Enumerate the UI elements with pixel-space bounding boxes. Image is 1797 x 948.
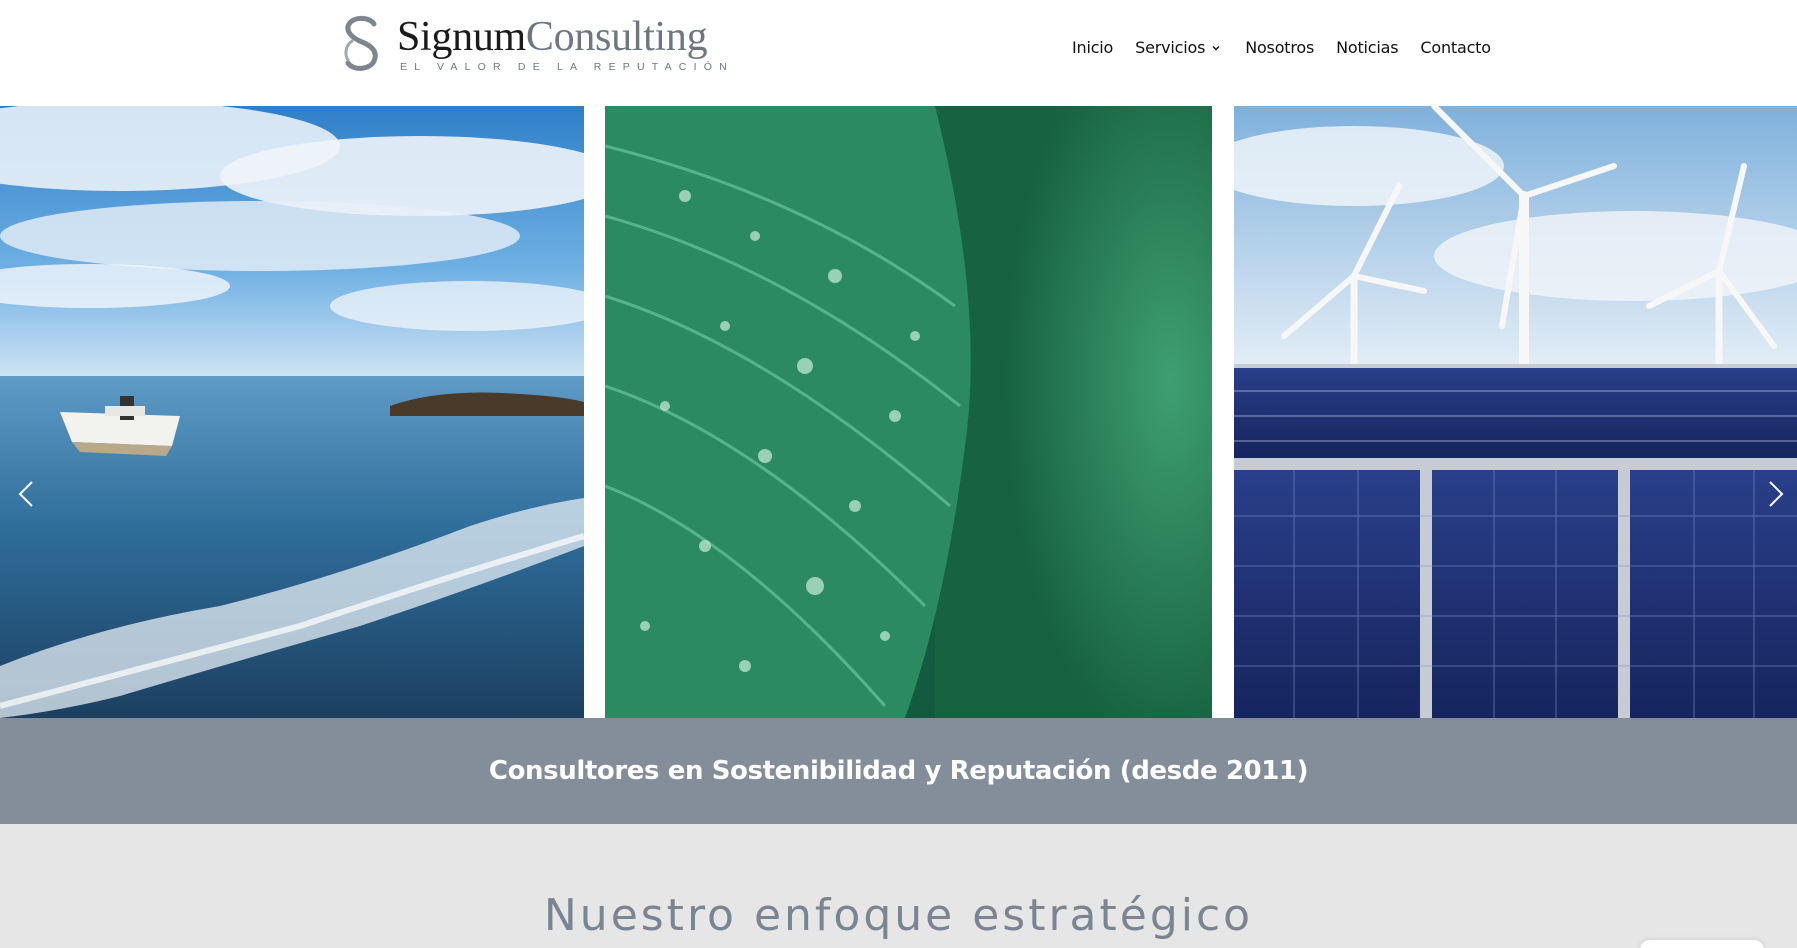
nav-item-label: Servicios: [1135, 38, 1206, 57]
logo-word-consulting: Consulting: [525, 14, 708, 60]
leaf-with-water-drops-image: [605, 106, 1212, 718]
site-logo[interactable]: SignumConsulting EL VALOR DE LA REPUTACI…: [340, 14, 730, 76]
nav-item-inicio[interactable]: Inicio: [1072, 38, 1113, 57]
carousel-prev-arrow[interactable]: [12, 476, 40, 512]
nav-item-label: Noticias: [1336, 38, 1399, 57]
nav-item-noticias[interactable]: Noticias: [1336, 38, 1398, 57]
floating-widget-tab[interactable]: [1640, 940, 1764, 948]
strategy-section: Nuestro enfoque estratégico: [0, 824, 1797, 948]
carousel-slide-leaf[interactable]: [605, 106, 1212, 718]
nav-item-contacto[interactable]: Contacto: [1420, 38, 1491, 57]
tagline-banner: Consultores en Sostenibilidad y Reputaci…: [0, 718, 1797, 824]
signum-logo-icon: [344, 15, 378, 71]
section-title: Nuestro enfoque estratégico: [543, 890, 1254, 941]
chevron-down-icon: [1212, 45, 1220, 50]
carousel-slide-energy[interactable]: [1234, 106, 1797, 718]
boat-on-sea-image: [0, 106, 584, 718]
logo-wordmark: SignumConsulting: [397, 14, 708, 60]
nav-item-label: Inicio: [1072, 38, 1114, 57]
banner-text: Consultores en Sostenibilidad y Reputaci…: [488, 756, 1309, 786]
site-header: SignumConsulting EL VALOR DE LA REPUTACI…: [0, 0, 1797, 106]
main-nav: Inicio Servicios Nosotros Noticias Conta…: [1072, 38, 1491, 57]
carousel-slide-boat[interactable]: [0, 106, 584, 718]
nav-item-label: Nosotros: [1245, 38, 1315, 57]
nav-item-nosotros[interactable]: Nosotros: [1245, 38, 1314, 57]
image-carousel[interactable]: [0, 106, 1797, 718]
nav-item-servicios[interactable]: Servicios: [1135, 38, 1223, 57]
nav-item-label: Contacto: [1420, 38, 1491, 57]
carousel-next-arrow[interactable]: [1762, 476, 1790, 512]
logo-word-signum: Signum: [397, 14, 526, 60]
logo-tagline: EL VALOR DE LA REPUTACIÓN: [400, 61, 734, 73]
wind-turbines-and-solar-panels-image: [1234, 106, 1797, 718]
